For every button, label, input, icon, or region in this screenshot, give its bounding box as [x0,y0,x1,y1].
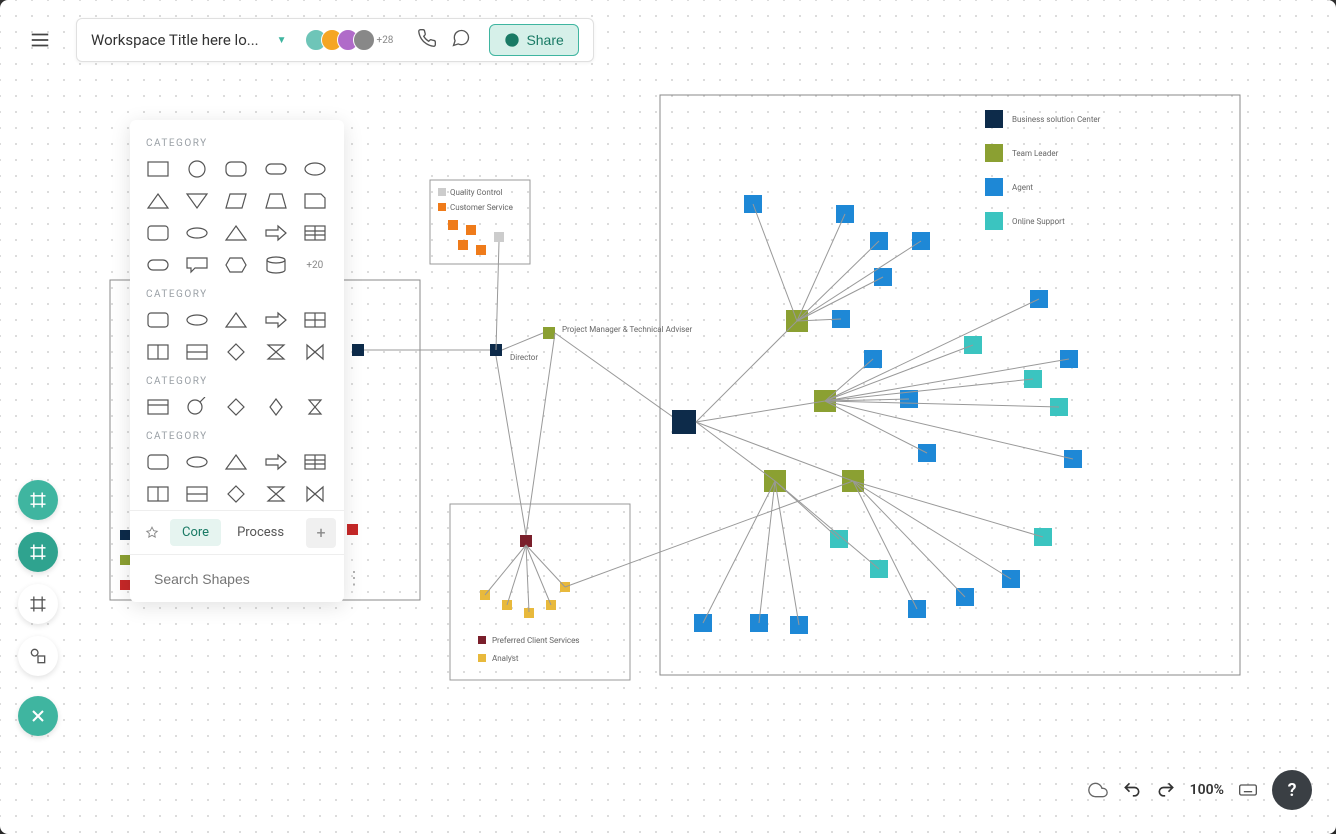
shape-diamond3[interactable] [264,397,288,417]
communication-icons [417,28,471,52]
close-panel-button[interactable] [18,696,58,736]
frame-tool-2[interactable] [18,532,58,572]
shape-page[interactable] [303,191,327,211]
shape-rrect2[interactable] [146,452,170,472]
shape-rect[interactable] [146,159,170,179]
share-button[interactable]: Share [489,24,578,56]
legend-main-2: Agent [1012,183,1033,192]
workspace-title: Workspace Title here lo... [91,31,259,49]
search-input[interactable] [154,571,335,587]
shape-tbl5[interactable] [185,484,209,504]
shape-bowtie[interactable] [303,342,327,362]
panel-search: ⋮ [130,554,344,602]
shape-arrow2[interactable] [264,310,288,330]
shape-tbl[interactable] [146,342,170,362]
more-shapes[interactable]: +20 [303,255,327,275]
category-header: CATEGORY [146,289,328,300]
menu-button[interactable] [18,18,62,62]
shape-oval3[interactable] [185,452,209,472]
left-tools [18,480,58,736]
pin-icon[interactable] [138,526,166,540]
shape-diamond4[interactable] [224,484,248,504]
shape-parallelogram[interactable] [224,191,248,211]
shape-rounded[interactable] [224,159,248,179]
category-header: CATEGORY [146,431,328,442]
tab-core[interactable]: Core [170,519,221,546]
workspace-selector[interactable]: Workspace Title here lo... ▼ +28 Share [76,18,594,62]
category-header: CATEGORY [146,138,328,149]
label-pm: Project Manager & Technical Adviser [562,325,693,334]
shape-speech[interactable] [185,255,209,275]
shape-tri3[interactable] [224,452,248,472]
shape-tri[interactable] [224,223,248,243]
tab-process[interactable]: Process [225,519,296,546]
shape-hourglass[interactable] [264,342,288,362]
add-tab-button[interactable]: + [306,518,336,548]
redo-button[interactable] [1156,780,1176,800]
frame-tool-3[interactable] [18,584,58,624]
legend-main-0: Business solution Center [1012,115,1101,124]
shape-tri-up[interactable] [146,191,170,211]
shape-arrow3[interactable] [264,452,288,472]
shape-pill[interactable] [264,159,288,179]
shape-oval[interactable] [185,223,209,243]
shape-hexagon[interactable] [224,255,248,275]
shapes-panel: CATEGORY +20 [130,120,344,602]
shape-capsule[interactable] [146,255,170,275]
shape-cylinder[interactable] [264,255,288,275]
avatar-overflow-count: +28 [377,35,394,46]
kebab-icon[interactable]: ⋮ [345,568,361,589]
shape-grid: +20 [146,159,328,275]
help-button[interactable]: ? [1272,770,1312,810]
avatar [353,29,375,51]
panel-tabs: Core Process + [130,510,344,554]
shape-table2[interactable] [303,310,327,330]
frame-tool-1[interactable] [18,480,58,520]
shape-pin[interactable] [185,397,209,417]
zoom-level[interactable]: 100% [1190,782,1224,798]
chat-icon[interactable] [451,28,471,52]
legend-analyst: Analyst [492,654,519,663]
legend-main-3: Online Support [1012,217,1065,226]
shape-diamond[interactable] [224,342,248,362]
call-icon[interactable] [417,28,437,52]
legend-quality: Quality Control [450,188,503,197]
shape-circle[interactable] [185,159,209,179]
shape-roundrect[interactable] [146,223,170,243]
shape-arrow[interactable] [264,223,288,243]
label-director: Director [510,353,538,362]
legend-customer: Customer Service [450,203,513,212]
shape-table3[interactable] [303,452,327,472]
shape-rrect[interactable] [146,310,170,330]
shape-tbl4[interactable] [146,484,170,504]
category-header: CATEGORY [146,376,328,387]
share-label: Share [526,32,563,48]
shape-diamond2[interactable] [224,397,248,417]
shape-bowtie2[interactable] [303,484,327,504]
keyboard-icon[interactable] [1238,780,1258,800]
shapes-tool[interactable] [18,636,58,676]
shape-hourglass2[interactable] [303,397,327,417]
shape-tri-down[interactable] [185,191,209,211]
cloud-sync-icon[interactable] [1088,780,1108,800]
shape-tri2[interactable] [224,310,248,330]
app-frame: Workspace Title here lo... ▼ +28 Share [0,0,1336,834]
undo-button[interactable] [1122,780,1142,800]
shape-oval2[interactable] [185,310,209,330]
legend-preferred: Preferred Client Services [492,636,579,645]
legend-main-1: Team Leader [1012,149,1059,158]
bottom-bar: 100% ? [1088,770,1312,810]
collaborator-avatars[interactable]: +28 [305,29,394,51]
shape-tbl2[interactable] [185,342,209,362]
shape-table[interactable] [303,223,327,243]
shape-hourglass3[interactable] [264,484,288,504]
shape-trapezoid[interactable] [264,191,288,211]
caret-down-icon: ▼ [277,35,287,46]
shape-ellipse[interactable] [303,159,327,179]
shape-tbl3[interactable] [146,397,170,417]
topbar: Workspace Title here lo... ▼ +28 Share [18,18,594,62]
